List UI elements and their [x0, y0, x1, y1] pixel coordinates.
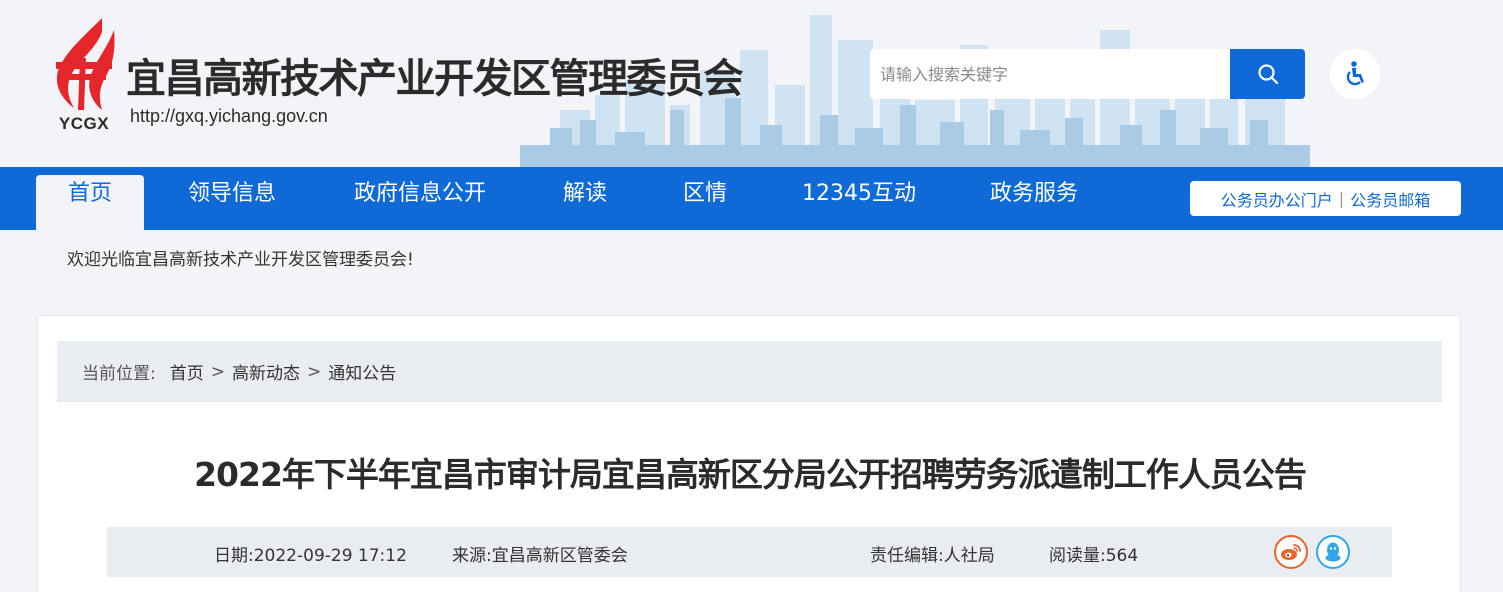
- article-editor: 责任编辑:人社局: [870, 546, 995, 566]
- wheelchair-icon: [1346, 61, 1364, 86]
- quick-links-separator: |: [1338, 189, 1345, 208]
- search-icon: [1257, 64, 1278, 85]
- nav-item-12345-interaction[interactable]: 12345互动: [795, 175, 923, 230]
- share-weibo-button[interactable]: [1274, 535, 1308, 569]
- nav-item-gov-info[interactable]: 政府信息公开: [344, 175, 496, 230]
- breadcrumb-notices[interactable]: 通知公告: [328, 359, 396, 384]
- welcome-text: 欢迎光临宜昌高新技术产业开发区管理委员会!: [67, 250, 414, 270]
- search-button[interactable]: [1230, 49, 1305, 99]
- breadcrumb-home[interactable]: 首页: [170, 359, 204, 384]
- search-input[interactable]: [870, 49, 1230, 99]
- civil-servant-portal-link[interactable]: 公务员办公门户: [1221, 187, 1333, 211]
- article-date: 日期:2022-09-29 17:12: [214, 546, 407, 566]
- share-qq-button[interactable]: [1316, 535, 1350, 569]
- site-title: 宜昌高新技术产业开发区管理委员会: [126, 56, 744, 102]
- article-title: 2022年下半年宜昌市审计局宜昌高新区分局公开招聘劳务派遣制工作人员公告: [194, 455, 1307, 494]
- article-views: 阅读量:564: [1049, 546, 1139, 566]
- nav-item-leaders[interactable]: 领导信息: [176, 175, 288, 230]
- accessibility-button[interactable]: [1330, 49, 1380, 99]
- quick-links: 公务员办公门户 | 公务员邮箱: [1190, 181, 1461, 216]
- ycgx-emblem-icon: [56, 18, 115, 110]
- nav-item-home[interactable]: 首页: [36, 175, 144, 230]
- breadcrumb-separator: >: [210, 361, 225, 382]
- nav-item-district-info[interactable]: 区情: [672, 175, 738, 230]
- nav-item-interpretation[interactable]: 解读: [552, 175, 618, 230]
- main-nav: 首页 领导信息 政府信息公开 解读 区情 12345互动 政务服务 公务员办公门…: [0, 167, 1503, 230]
- logo-abbreviation: YCGX: [58, 114, 110, 133]
- search-box: [870, 49, 1305, 99]
- article-meta-bar: 日期:2022-09-29 17:12 来源:宜昌高新区管委会 责任编辑:人社局…: [107, 527, 1392, 577]
- site-logo[interactable]: YCGX: [44, 18, 124, 136]
- breadcrumb: 当前位置: 首页 > 高新动态 > 通知公告: [57, 341, 1442, 402]
- weibo-icon: [1281, 544, 1301, 560]
- qq-icon: [1325, 542, 1341, 562]
- civil-servant-mail-link[interactable]: 公务员邮箱: [1350, 187, 1430, 211]
- site-header: YCGX 宜昌高新技术产业开发区管理委员会 http://gxq.yichang…: [0, 0, 1503, 167]
- nav-item-gov-services[interactable]: 政务服务: [978, 175, 1090, 230]
- breadcrumb-news[interactable]: 高新动态: [232, 359, 300, 384]
- breadcrumb-separator: >: [306, 361, 322, 382]
- breadcrumb-prefix: 当前位置:: [82, 364, 156, 384]
- article-source: 来源:宜昌高新区管委会: [452, 546, 628, 566]
- article-card: 当前位置: 首页 > 高新动态 > 通知公告 2022年下半年宜昌市审计局宜昌高…: [37, 315, 1461, 592]
- site-url[interactable]: http://gxq.yichang.gov.cn: [130, 106, 328, 127]
